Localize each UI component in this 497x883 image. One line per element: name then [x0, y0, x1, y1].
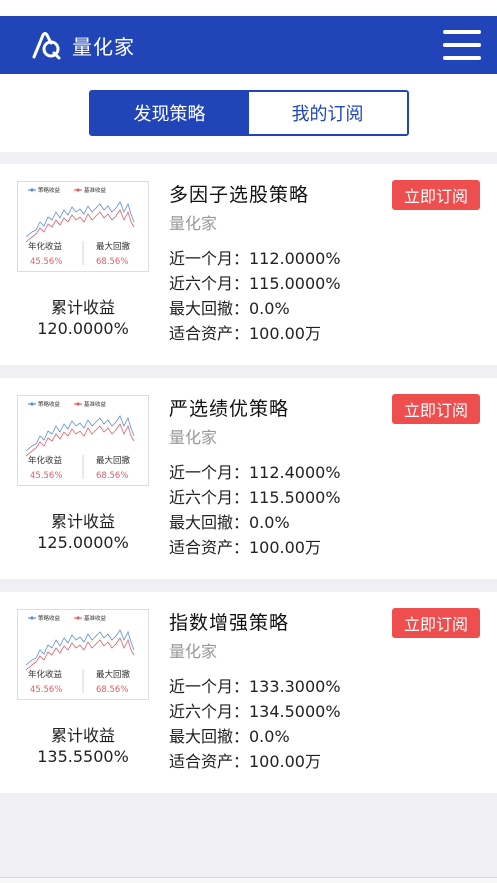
cumulative-return-label: 累计收益: [50, 298, 115, 317]
annual-return-value: 45.56%: [30, 471, 62, 481]
max-drawdown-label: 最大回撤: [96, 455, 131, 466]
hamburger-menu-icon[interactable]: [443, 30, 481, 60]
bottom-tab-bar: [0, 877, 497, 883]
legend-benchmark: 基准收益: [84, 186, 107, 194]
strategy-card[interactable]: 策略收益 基准收益 年化收益 最大回撤 45.56% 68.56% 累计收益 1…: [0, 164, 497, 365]
max-drawdown-value: 68.56%: [96, 257, 128, 267]
stat-six-months: 近六个月：134.5000%: [169, 702, 341, 721]
strategy-card[interactable]: 策略收益 基准收益 年化收益 最大回撤 45.56% 68.56% 累计收益 1…: [0, 592, 497, 793]
tab-bar-container: 发现策略 我的订阅: [0, 74, 497, 152]
stat-suitable-assets: 适合资产：100.00万: [169, 324, 321, 343]
strategy-list: 策略收益 基准收益 年化收益 最大回撤 45.56% 68.56% 累计收益 1…: [0, 152, 497, 793]
legend-strategy: 策略收益: [38, 186, 61, 194]
segmented-tabs: 发现策略 我的订阅: [88, 90, 409, 136]
legend-benchmark: 基准收益: [84, 614, 107, 622]
subscribe-button[interactable]: 立即订阅: [392, 608, 480, 638]
strategy-chart-thumbnail: 策略收益 基准收益 年化收益 最大回撤 45.56% 68.56%: [17, 395, 149, 486]
max-drawdown-label: 最大回撤: [96, 669, 131, 680]
cumulative-return-value: 120.0000%: [37, 319, 129, 338]
annual-return-label: 年化收益: [28, 241, 63, 252]
annual-return-label: 年化收益: [28, 455, 63, 466]
cumulative-return-value: 125.0000%: [37, 533, 129, 552]
stat-suitable-assets: 适合资产：100.00万: [169, 538, 321, 557]
strategy-name: 严选绩优策略: [169, 398, 290, 420]
cumulative-return-value: 135.5500%: [37, 747, 129, 766]
max-drawdown-label: 最大回撤: [96, 241, 131, 252]
tab-my-subscriptions[interactable]: 我的订阅: [248, 92, 407, 134]
cumulative-return-label: 累计收益: [50, 726, 115, 745]
stat-one-month: 近一个月：133.3000%: [169, 677, 341, 696]
strategy-card[interactable]: 策略收益 基准收益 年化收益 最大回撤 45.56% 68.56% 累计收益 1…: [0, 378, 497, 579]
legend-strategy: 策略收益: [38, 400, 61, 408]
cumulative-return-label: 累计收益: [50, 512, 115, 531]
app-title: 量化家: [72, 34, 135, 59]
stat-max-drawdown: 最大回撤：0.0%: [169, 299, 290, 318]
subscribe-button[interactable]: 立即订阅: [392, 180, 480, 210]
annual-return-value: 45.56%: [30, 257, 62, 267]
app-logo-icon: [32, 32, 61, 60]
subscribe-button[interactable]: 立即订阅: [392, 394, 480, 424]
stat-one-month: 近一个月：112.4000%: [169, 463, 341, 482]
strategy-chart-thumbnail: 策略收益 基准收益 年化收益 最大回撤 45.56% 68.56%: [17, 609, 149, 700]
strategy-author: 量化家: [169, 428, 218, 447]
stat-six-months: 近六个月：115.5000%: [169, 488, 341, 507]
legend-benchmark: 基准收益: [84, 400, 107, 408]
strategy-author: 量化家: [169, 214, 218, 233]
strategy-name: 指数增强策略: [169, 612, 290, 634]
stat-suitable-assets: 适合资产：100.00万: [169, 752, 321, 771]
strategy-name: 多因子选股策略: [169, 184, 310, 206]
stat-six-months: 近六个月：115.0000%: [169, 274, 341, 293]
max-drawdown-value: 68.56%: [96, 471, 128, 481]
stat-one-month: 近一个月：112.0000%: [169, 249, 341, 268]
tab-discover-strategies[interactable]: 发现策略: [90, 92, 249, 134]
strategy-author: 量化家: [169, 642, 218, 661]
status-bar: [0, 0, 497, 16]
top-nav-bar: 量化家: [0, 16, 497, 74]
max-drawdown-value: 68.56%: [96, 685, 128, 695]
annual-return-label: 年化收益: [28, 669, 63, 680]
legend-strategy: 策略收益: [38, 614, 61, 622]
strategy-chart-thumbnail: 策略收益 基准收益 年化收益 最大回撤 45.56% 68.56%: [17, 181, 149, 272]
stat-max-drawdown: 最大回撤：0.0%: [169, 513, 290, 532]
annual-return-value: 45.56%: [30, 685, 62, 695]
stat-max-drawdown: 最大回撤：0.0%: [169, 727, 290, 746]
